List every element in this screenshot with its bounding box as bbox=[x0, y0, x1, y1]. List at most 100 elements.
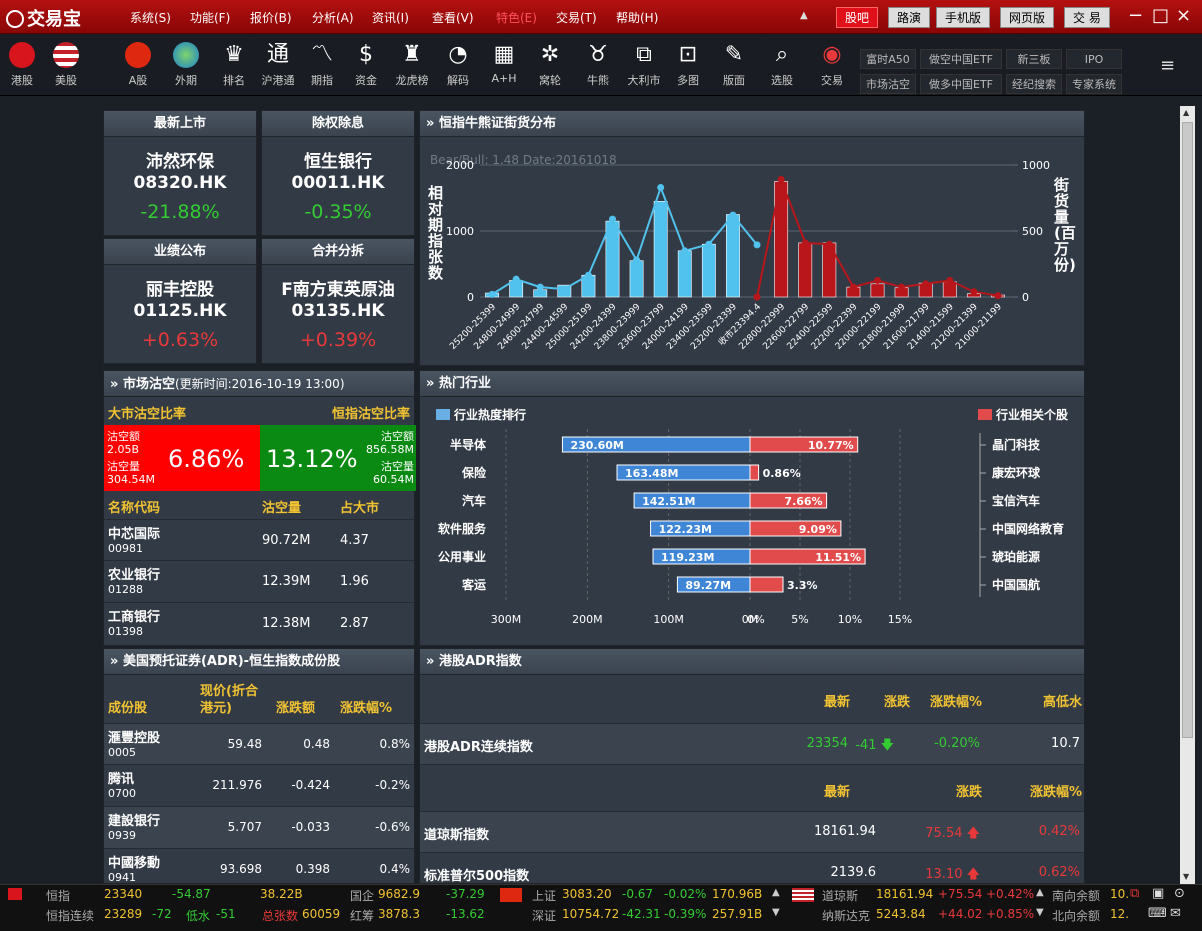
tool-ranking[interactable]: ♛ 排名 bbox=[214, 38, 254, 88]
table-row[interactable]: 道琼斯指数 18161.94 75.54 🡅 0.42% bbox=[420, 811, 1084, 853]
menu-trade[interactable]: 交易(T) bbox=[556, 9, 597, 26]
index-change: 13.10 🡅 bbox=[925, 865, 980, 883]
maximize-icon[interactable]: □ bbox=[1152, 5, 1169, 26]
card-stock-name: 恒生银行 bbox=[304, 152, 372, 172]
guba-button[interactable]: 股吧 bbox=[836, 7, 879, 28]
table-row[interactable]: 农业银行 01288 12.39M 1.96 bbox=[104, 561, 414, 603]
menu-help[interactable]: 帮助(H) bbox=[616, 9, 658, 26]
scroll-down-icon[interactable]: ▼ bbox=[1183, 872, 1189, 881]
hsi-futures-label[interactable]: 恒指连续 bbox=[46, 907, 94, 924]
table-row[interactable]: 工商银行 01398 12.38M 2.87 bbox=[104, 603, 414, 645]
tool-fund[interactable]: $ 资金 bbox=[346, 38, 386, 88]
bear-line bbox=[491, 184, 758, 296]
collapse-arrow-icon[interactable]: ▲ bbox=[800, 10, 808, 21]
hscei-change: -37.29 bbox=[446, 887, 485, 901]
tool-ah[interactable]: ▦ A+H bbox=[484, 38, 524, 85]
minimize-icon[interactable]: − bbox=[1128, 5, 1143, 26]
tool-cbbc[interactable]: ♉ 牛熊 bbox=[578, 38, 618, 88]
card-ex-dividend[interactable]: 除权除息 恒生银行 00011.HK -0.35% bbox=[261, 110, 415, 236]
quick-broker-search[interactable]: 经纪搜索 bbox=[1006, 74, 1062, 94]
redchip-label[interactable]: 红筹 bbox=[350, 907, 374, 924]
quick-short-china-etf[interactable]: 做空中国ETF bbox=[920, 49, 1002, 69]
quick-neeq[interactable]: 新三板 bbox=[1006, 49, 1062, 69]
panel-short-selling: » 市场沽空(更新时间:2016-10-19 13:00) 大市沽空比率 恒指沽… bbox=[103, 370, 416, 646]
hsi-label[interactable]: 恒指 bbox=[46, 887, 70, 904]
menu-hamburger-icon[interactable]: ≡ bbox=[1160, 55, 1175, 76]
short-volume: 90.72M bbox=[262, 533, 311, 548]
dji-value: 18161.94 bbox=[876, 887, 934, 901]
table-row[interactable]: 腾讯 0700 211.976 -0.424 -0.2% bbox=[104, 765, 414, 807]
tool-index-futures[interactable]: 〽期指 bbox=[302, 38, 342, 88]
tool-layout[interactable]: ✎ 版面 bbox=[714, 38, 754, 88]
card-split-merge[interactable]: 合并分拆 F南方東英原油 03135.HK +0.39% bbox=[261, 238, 415, 364]
col-price-hkd: 现价(折合港元) bbox=[200, 684, 258, 716]
menu-special[interactable]: 特色(E) bbox=[496, 9, 537, 26]
panel-title-text: 港股ADR指数 bbox=[438, 654, 522, 669]
heat-bar-label: 122.23M bbox=[659, 523, 712, 536]
tool-multichart[interactable]: ⊡ 多图 bbox=[668, 38, 708, 88]
mail-icon[interactable]: ✉ bbox=[1170, 906, 1181, 921]
scrollbar-thumb[interactable] bbox=[1182, 122, 1193, 738]
sse-label[interactable]: 上证 bbox=[532, 887, 556, 904]
table-row[interactable]: 建設银行 0939 5.707 -0.033 -0.6% bbox=[104, 807, 414, 849]
tool-us[interactable]: 美股 bbox=[46, 38, 86, 88]
menu-quote[interactable]: 报价(B) bbox=[250, 9, 292, 26]
popout-icon[interactable]: ⧉ bbox=[1130, 886, 1139, 901]
dji-label[interactable]: 道琼斯 bbox=[822, 887, 858, 904]
tool-hk[interactable]: 港股 bbox=[2, 38, 42, 88]
collapse-up-icon[interactable]: ▲ bbox=[772, 887, 780, 898]
card-new-listing[interactable]: 最新上市 沛然环保 08320.HK -21.88% bbox=[103, 110, 257, 236]
tool-warrants[interactable]: ✲ 窝轮 bbox=[530, 38, 570, 88]
collapse-up-icon[interactable]: ▲ bbox=[1036, 887, 1044, 898]
menu-analysis[interactable]: 分析(A) bbox=[312, 9, 354, 26]
quick-market-short[interactable]: 市场沽空 bbox=[860, 74, 916, 94]
mobile-button[interactable]: 手机版 bbox=[936, 7, 991, 28]
adr-change-pct: 0.8% bbox=[379, 737, 411, 751]
y2-tick-label: 1000 bbox=[1022, 159, 1050, 172]
nasdaq-label[interactable]: 纳斯达克 bbox=[822, 907, 870, 924]
quick-long-china-etf[interactable]: 做多中国ETF bbox=[920, 74, 1002, 94]
hscei-label[interactable]: 国企 bbox=[350, 887, 374, 904]
settings-circle-icon[interactable]: ⊙ bbox=[1174, 886, 1185, 901]
tool-screener[interactable]: ⌕ 选股 bbox=[762, 38, 802, 88]
trade-button[interactable]: 交 易 bbox=[1064, 7, 1110, 28]
tool-label: 龙虎榜 bbox=[395, 74, 429, 87]
menu-view[interactable]: 查看(V) bbox=[432, 9, 474, 26]
menu-system[interactable]: 系统(S) bbox=[130, 9, 171, 26]
short-amount-label: 沽空额 bbox=[381, 430, 414, 443]
card-stock-pct: -21.88% bbox=[140, 201, 220, 223]
table-row[interactable]: 港股ADR连续指数 23354 -41 🡇 -0.20% 10.7 bbox=[420, 723, 1084, 765]
update-time: (更新时间:2016-10-19 13:00) bbox=[174, 377, 345, 391]
collapse-down-icon[interactable]: ▼ bbox=[772, 907, 780, 918]
table-row[interactable]: 中芯国际 00981 90.72M 4.37 bbox=[104, 519, 414, 561]
window-icon[interactable]: ▣ bbox=[1152, 886, 1164, 901]
tool-trade[interactable]: ◉ 交易 bbox=[812, 38, 852, 88]
quick-expert-system[interactable]: 专家系统 bbox=[1066, 74, 1122, 94]
close-icon[interactable]: × bbox=[1176, 5, 1191, 26]
bear-point bbox=[729, 211, 737, 219]
table-row[interactable]: 滙豐控股 0005 59.48 0.48 0.8% bbox=[104, 723, 414, 765]
menu-news[interactable]: 资讯(I) bbox=[372, 9, 409, 26]
tool-decode[interactable]: ◔ 解码 bbox=[438, 38, 478, 88]
quick-ipo[interactable]: IPO bbox=[1066, 49, 1122, 69]
bear-point bbox=[609, 215, 616, 223]
tool-dragon[interactable]: ♜ 龙虎榜 bbox=[392, 38, 432, 88]
quick-ftse-a50[interactable]: 富时A50 bbox=[860, 49, 916, 69]
tool-futures[interactable]: 外期 bbox=[166, 38, 206, 88]
up-arrow-icon: 🡅 bbox=[966, 867, 980, 882]
tool-bigmarket[interactable]: ⧉ 大利市 bbox=[624, 38, 664, 88]
tool-ashare[interactable]: A股 bbox=[118, 38, 158, 88]
tool-label: 选股 bbox=[771, 74, 793, 87]
scroll-up-icon[interactable]: ▲ bbox=[1183, 108, 1189, 117]
table-row[interactable]: 中國移動 0941 93.698 0.398 0.4% bbox=[104, 849, 414, 885]
table-row[interactable]: 标准普尔500指数 2139.6 13.10 🡅 0.62% bbox=[420, 853, 1084, 883]
roadshow-button[interactable]: 路演 bbox=[888, 7, 931, 28]
adr-price: 93.698 bbox=[220, 862, 262, 876]
card-earnings[interactable]: 业绩公布 丽丰控股 01125.HK +0.63% bbox=[103, 238, 257, 364]
collapse-down-icon[interactable]: ▼ bbox=[1036, 907, 1044, 918]
szse-label[interactable]: 深证 bbox=[532, 907, 556, 924]
menu-function[interactable]: 功能(F) bbox=[190, 9, 230, 26]
chat-icon[interactable]: ⌨ bbox=[1148, 906, 1167, 921]
web-button[interactable]: 网页版 bbox=[1000, 7, 1055, 28]
tool-hkconnect[interactable]: 通沪港通 bbox=[258, 38, 298, 88]
